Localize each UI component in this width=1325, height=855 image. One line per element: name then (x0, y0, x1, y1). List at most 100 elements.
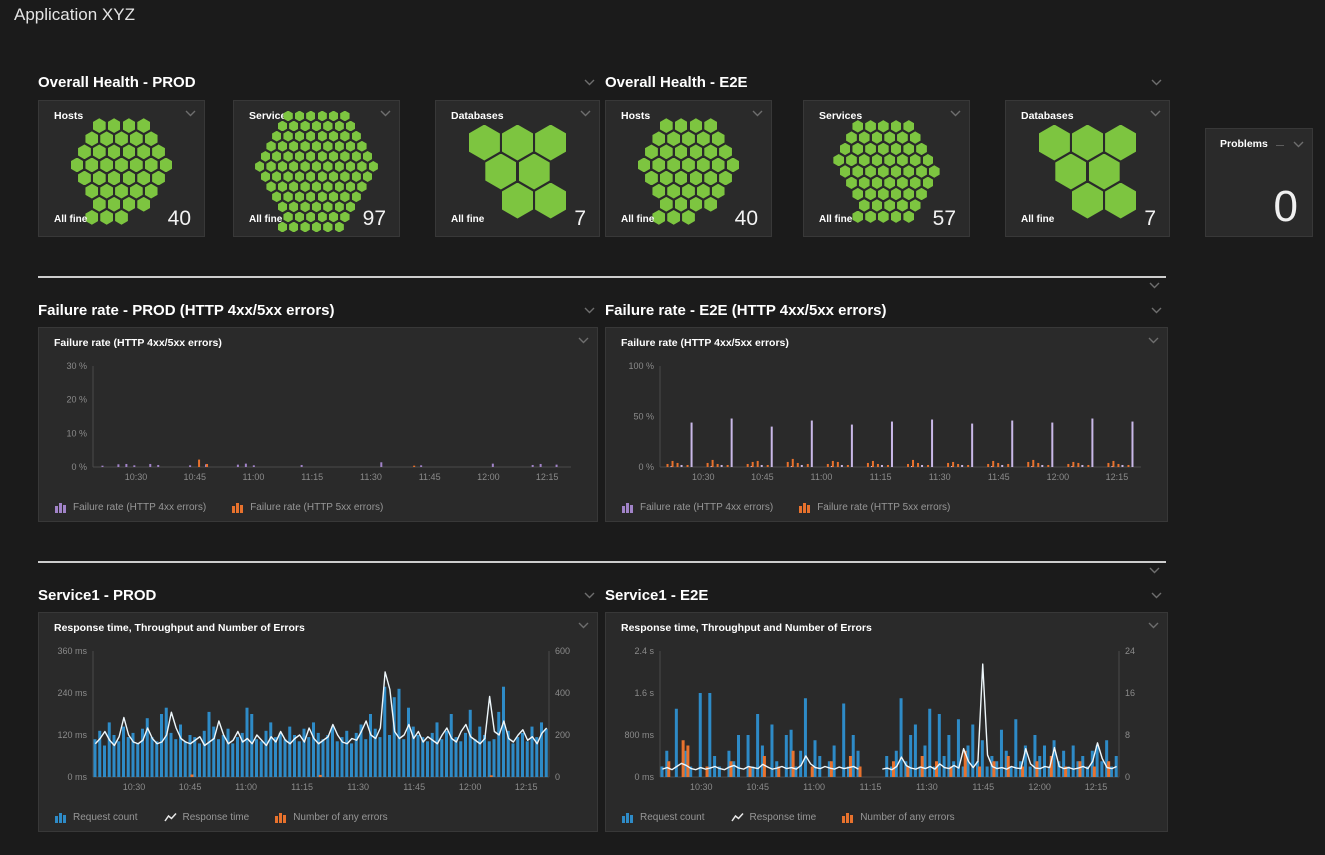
chevron-down-icon[interactable] (1147, 336, 1159, 344)
chevron-down-icon[interactable] (583, 306, 595, 314)
health-hexagon (852, 165, 863, 177)
section-header-overall-e2e[interactable]: Overall Health - E2E (605, 72, 1162, 92)
section-header-failure-prod[interactable]: Failure rate - PROD (HTTP 4xx/5xx errors… (38, 300, 595, 320)
chart-plot-area: 360 ms240 ms120 ms0 ms600400200010:3010:… (47, 639, 589, 799)
health-hexagon (323, 201, 332, 212)
health-hexagon (335, 222, 344, 233)
health-hexagon (306, 191, 315, 202)
health-hexagon (329, 151, 338, 162)
chart-title: Failure rate (HTTP 4xx/5xx errors) (621, 337, 789, 349)
health-tile-databases-e2e[interactable]: Databases All fine 7 (1005, 100, 1170, 237)
problems-tile[interactable]: Problems 0 (1205, 128, 1313, 237)
health-hexagon (865, 188, 876, 200)
health-hexagon (660, 118, 673, 133)
chart-tile-failure-e2e[interactable]: Failure rate (HTTP 4xx/5xx errors) 100 %… (605, 327, 1168, 522)
chevron-down-icon[interactable] (751, 109, 763, 117)
health-hexagon (283, 151, 292, 162)
health-hexagon (283, 131, 292, 142)
legend-item[interactable]: Number of any errors (842, 812, 954, 823)
chevron-down-icon[interactable] (949, 109, 961, 117)
legend-label: Request count (73, 812, 138, 823)
chevron-down-icon[interactable] (1150, 591, 1162, 599)
svg-text:11:00: 11:00 (803, 782, 825, 792)
health-hexagon (283, 171, 292, 182)
chevron-down-icon[interactable] (184, 109, 196, 117)
health-hexagon (682, 184, 695, 199)
svg-text:10:30: 10:30 (125, 472, 148, 482)
chart-legend: Failure rate (HTTP 4xx errors) Failure ra… (55, 502, 383, 513)
chart-tile-failure-prod[interactable]: Failure rate (HTTP 4xx/5xx errors) 30 %2… (38, 327, 598, 522)
chevron-down-icon[interactable] (577, 336, 589, 344)
chevron-down-icon[interactable] (1292, 140, 1304, 148)
health-hexagon (289, 181, 298, 192)
chart-legend: Request count Response time Number of any … (622, 812, 955, 823)
chart-tile-service-prod[interactable]: Response time, Throughput and Number of … (38, 612, 598, 832)
chart-plot-area: 100 %50 %0 %10:3010:4511:0011:1511:3011:… (614, 354, 1159, 489)
health-hexagon (93, 171, 106, 186)
health-hexagon (357, 141, 366, 152)
health-hexagon (704, 197, 717, 212)
chart-legend: Request count Response time Number of any … (55, 812, 388, 823)
health-hexagon (878, 188, 889, 200)
chevron-down-icon[interactable] (1150, 78, 1162, 86)
health-hexagon (130, 131, 143, 146)
chart-tile-service-e2e[interactable]: Response time, Throughput and Number of … (605, 612, 1168, 832)
health-tile-databases-prod[interactable]: Databases All fine 7 (435, 100, 600, 237)
health-tile-services-e2e[interactable]: Services All fine 57 (803, 100, 970, 237)
health-hexagon (346, 201, 355, 212)
legend-item[interactable]: Request count (622, 812, 705, 823)
health-tile-hosts-e2e[interactable]: Hosts All fine 40 (605, 100, 772, 237)
chevron-down-icon[interactable] (579, 109, 591, 117)
health-hexagon (335, 121, 344, 132)
chevron-down-icon[interactable] (1149, 109, 1161, 117)
chevron-down-icon[interactable] (1148, 281, 1160, 289)
svg-text:2.4 s: 2.4 s (634, 646, 654, 656)
chevron-down-icon[interactable] (583, 78, 595, 86)
health-tile-hosts-prod[interactable]: Hosts All fine 40 (38, 100, 205, 237)
legend-item[interactable]: Response time (164, 812, 250, 823)
health-hexagon (306, 171, 315, 182)
health-hexagon (346, 181, 355, 192)
chevron-down-icon[interactable] (1147, 621, 1159, 629)
health-hexagon (660, 171, 673, 186)
health-hexagon (289, 121, 298, 132)
legend-item[interactable]: Failure rate (HTTP 5xx errors) (799, 502, 950, 513)
svg-text:11:30: 11:30 (360, 472, 382, 482)
legend-item[interactable]: Failure rate (HTTP 4xx errors) (55, 502, 206, 513)
chevron-down-icon[interactable] (577, 621, 589, 629)
health-hexagon (352, 191, 361, 202)
svg-text:50 %: 50 % (633, 412, 654, 422)
chevron-down-icon[interactable] (583, 591, 595, 599)
legend-item[interactable]: Failure rate (HTTP 5xx errors) (232, 502, 383, 513)
legend-item[interactable]: Request count (55, 812, 138, 823)
health-hexagon (865, 211, 876, 223)
section-header-failure-e2e[interactable]: Failure rate - E2E (HTTP 4xx/5xx errors) (605, 300, 1162, 320)
section-header-service-prod[interactable]: Service1 - PROD (38, 585, 595, 605)
chart-legend: Failure rate (HTTP 4xx errors) Failure ra… (622, 502, 950, 513)
health-hexagon (884, 131, 895, 143)
health-hexagon (340, 111, 349, 122)
health-hexagon (675, 171, 688, 186)
health-hexagon (897, 199, 908, 211)
section-header-service-e2e[interactable]: Service1 - E2E (605, 585, 1162, 605)
chevron-down-icon[interactable] (1148, 566, 1160, 574)
svg-text:11:30: 11:30 (916, 782, 938, 792)
legend-item[interactable]: Response time (731, 812, 817, 823)
chart-title: Failure rate (HTTP 4xx/5xx errors) (54, 337, 222, 349)
health-hexagon (272, 131, 281, 142)
health-hexagon (130, 158, 143, 173)
health-hexagon (682, 158, 695, 173)
health-tile-services-prod[interactable]: Services All fine 97 (233, 100, 400, 237)
chevron-down-icon[interactable] (379, 109, 391, 117)
legend-item[interactable]: Failure rate (HTTP 4xx errors) (622, 502, 773, 513)
problems-count: 0 (1274, 182, 1298, 232)
section-header-overall-prod[interactable]: Overall Health - PROD (38, 72, 595, 92)
chevron-down-icon[interactable] (1150, 306, 1162, 314)
legend-label: Request count (640, 812, 705, 823)
svg-text:11:45: 11:45 (972, 782, 994, 792)
health-hexagon (115, 184, 128, 199)
svg-text:600: 600 (555, 646, 570, 656)
legend-item[interactable]: Number of any errors (275, 812, 387, 823)
health-hexagon (335, 141, 344, 152)
chart-plot-area: 30 %20 %10 %0 %10:3010:4511:0011:1511:30… (47, 354, 589, 489)
